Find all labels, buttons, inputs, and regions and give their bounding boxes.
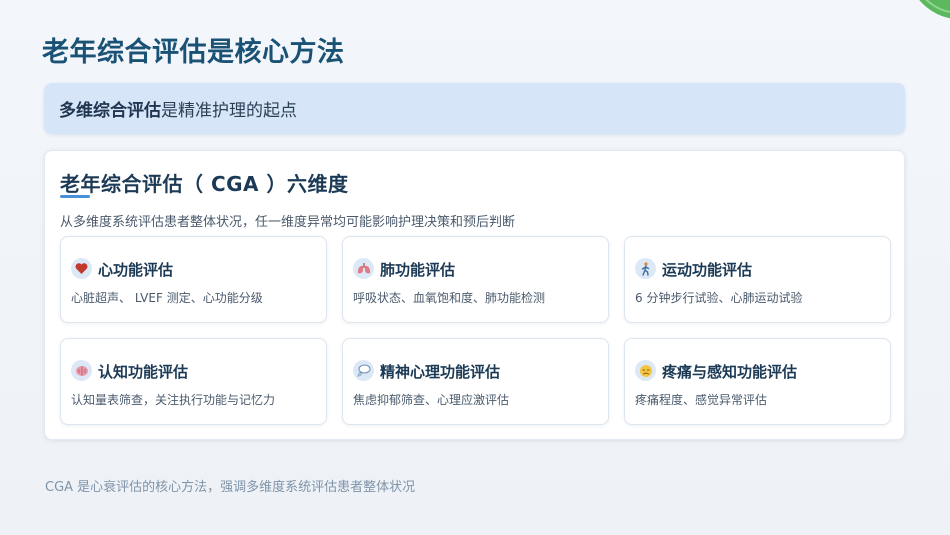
highlight-rest-text: 是精准护理的起点 [161,101,297,121]
footer-note: CGA 是心衰评估的核心方法，强调多维度系统评估患者整体状况 [45,480,416,495]
card-subtitle: 从多维度系统评估患者整体状况，任一维度异常均可能影响护理决策和预后判断 [60,215,516,230]
dimension-card-cognitive: 认知功能评估 认知量表筛查，关注执行功能与记忆力 [60,338,327,425]
cga-dimensions-card: 老年综合评估（ CGA ）六维度 从多维度系统评估患者整体状况，任一维度异常均可… [44,150,905,440]
highlight-strong-text: 多维综合评估 [59,101,161,121]
dimension-card-mental: 精神心理功能评估 焦虑抑郁筛查、心理应激评估 [342,338,609,425]
card-title: 老年综合评估（ CGA ）六维度 [60,172,349,196]
title-underline [60,195,90,198]
dimension-desc: 焦虑抑郁筛查、心理应激评估 [353,393,510,407]
dimension-desc: 疼痛程度、感觉异常评估 [635,393,768,407]
leaf-decoration-icon [919,0,950,19]
dimension-name: 精神心理功能评估 [380,363,501,381]
page-title: 老年综合评估是核心方法 [42,37,345,68]
dimension-name: 运动功能评估 [662,261,753,279]
highlight-banner: 多维综合评估 是精准护理的起点 [44,83,905,134]
dimension-desc: 6 分钟步行试验、心肺运动试验 [635,291,803,305]
dimension-card-cardiac: 心功能评估 心脏超声、 LVEF 测定、心功能分级 [60,236,327,323]
dimension-desc: 呼吸状态、血氧饱和度、肺功能检测 [353,291,546,305]
dimension-card-pulmonary: 肺功能评估 呼吸状态、血氧饱和度、肺功能检测 [342,236,609,323]
dimension-name: 肺功能评估 [380,261,456,279]
dimension-card-pain: 疼痛与感知功能评估 疼痛程度、感觉异常评估 [624,338,891,425]
dimension-name: 疼痛与感知功能评估 [662,363,798,381]
heart-icon [71,258,92,279]
dimension-desc: 心脏超声、 LVEF 测定、心功能分级 [71,291,263,305]
dimension-desc: 认知量表筛查，关注执行功能与记忆力 [71,393,276,407]
brain-icon [71,360,92,381]
dimension-name: 心功能评估 [98,261,174,279]
dimension-name: 认知功能评估 [98,363,189,381]
dimension-card-motor: 运动功能评估 6 分钟步行试验、心肺运动试验 [624,236,891,323]
dimensions-grid: 心功能评估 心脏超声、 LVEF 测定、心功能分级 肺功能评估 呼吸状态、血氧饱… [60,236,891,425]
lungs-icon [353,258,374,279]
thought-bubble-icon [353,360,374,381]
walking-icon [635,258,656,279]
face-icon [635,360,656,381]
